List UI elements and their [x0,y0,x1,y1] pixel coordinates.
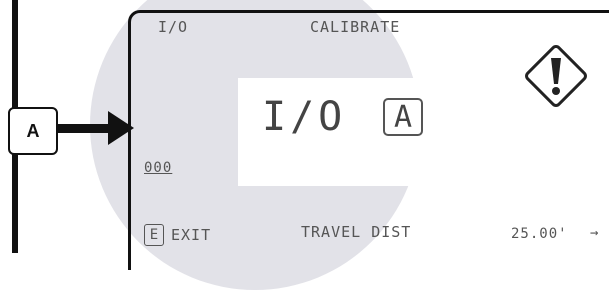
screen-title: CALIBRATE [310,18,401,36]
callout-label: A [8,107,58,155]
warning-diamond-icon [525,45,587,107]
counter-value: 000 [144,160,173,176]
mode-indicator: I/O [262,94,347,140]
exit-key-icon[interactable]: E [144,224,164,246]
mode-letter-box: A [383,98,423,136]
parameter-label: TRAVEL DIST [301,223,412,241]
next-arrow-icon[interactable]: → [590,225,599,241]
exit-label[interactable]: EXIT [171,226,211,244]
parameter-value: 25.00' [511,226,568,242]
callout-arrow-shaft [56,124,112,133]
header-mode: I/O [158,18,189,36]
